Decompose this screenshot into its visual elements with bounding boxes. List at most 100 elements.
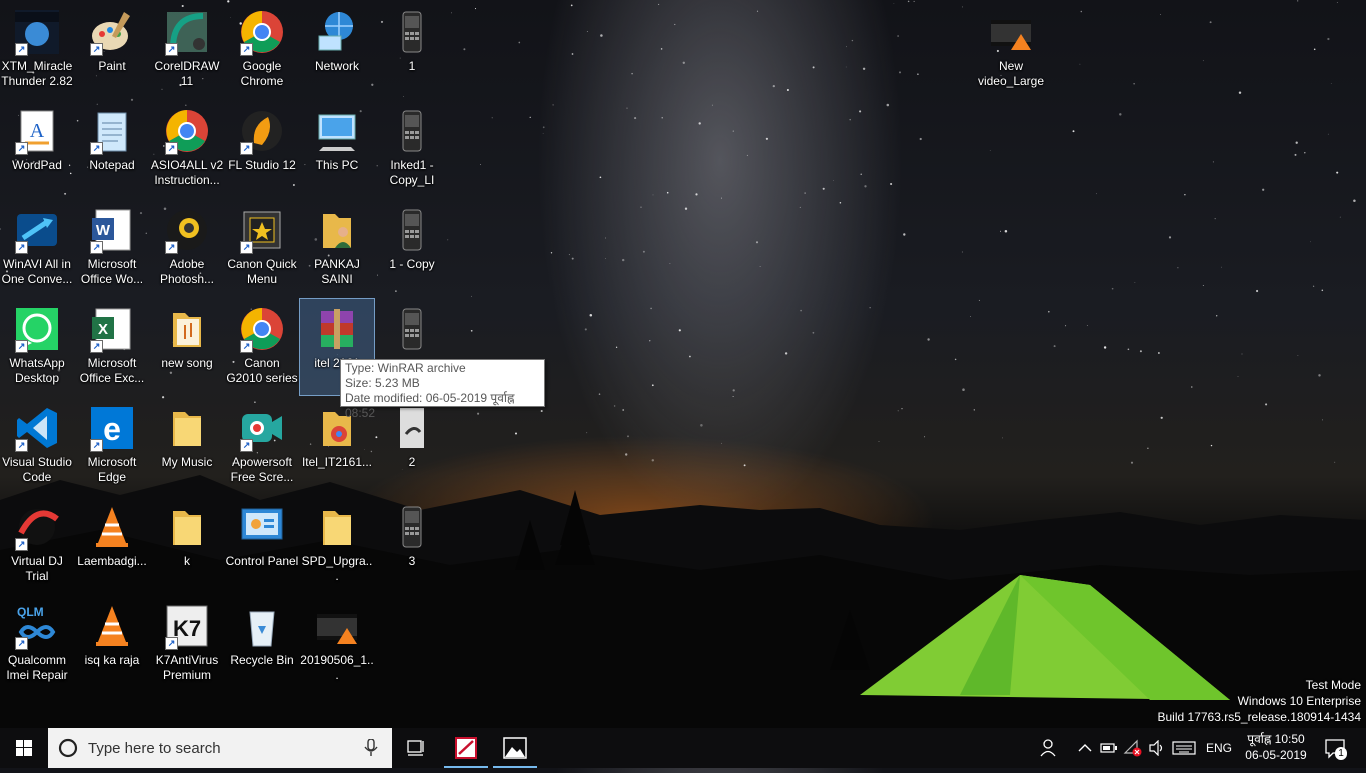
- start-button[interactable]: [0, 728, 48, 768]
- edge-icon: e ↗: [88, 404, 136, 452]
- desktop-icon[interactable]: 20190506_1...: [300, 596, 374, 692]
- desktop-icon[interactable]: ↗ Notepad: [75, 101, 149, 197]
- desktop-icon-label: Microsoft Office Wo...: [80, 257, 144, 286]
- shortcut-arrow-icon: ↗: [240, 43, 253, 56]
- desktop-icon[interactable]: ↗ Visual Studio Code: [0, 398, 74, 494]
- recycle-bin-icon: [238, 602, 286, 650]
- windows-logo-icon: [16, 740, 32, 756]
- tooltip-date: Date modified: 06-05-2019 पूर्वाह्न 08:5…: [345, 391, 515, 420]
- shortcut-arrow-icon: ↗: [90, 241, 103, 254]
- svg-text:W: W: [96, 222, 111, 239]
- clock-date: 06-05-2019: [1245, 748, 1307, 762]
- control-panel-icon: [238, 503, 286, 551]
- excel-icon: X ↗: [88, 305, 136, 353]
- language-indicator[interactable]: ENG: [1206, 741, 1232, 755]
- desktop-icon-label: Recycle Bin: [230, 653, 294, 667]
- desktop-icon[interactable]: Recycle Bin: [225, 596, 299, 692]
- desktop-icon[interactable]: Inked1 - Copy_LI: [375, 101, 449, 197]
- chevron-up-icon[interactable]: [1078, 742, 1092, 754]
- taskbar-search-box[interactable]: Type here to search: [48, 728, 392, 768]
- phone-image-icon: [388, 8, 436, 56]
- desktop-icon[interactable]: ↗ CorelDRAW 11: [150, 2, 224, 98]
- desktop-icon[interactable]: ↗ Adobe Photosh...: [150, 200, 224, 296]
- taskbar: Type here to search ENG पूर्वाह्न 10:50 …: [0, 728, 1366, 768]
- network-icon: [313, 8, 361, 56]
- taskbar-app-photos[interactable]: [491, 728, 539, 768]
- desktop-icon[interactable]: ↗ XTM_Miracle Thunder 2.82: [0, 2, 74, 98]
- shortcut-arrow-icon: ↗: [240, 439, 253, 452]
- desktop-icon[interactable]: ↗ Apowersoft Free Scre...: [225, 398, 299, 494]
- desktop-icon[interactable]: W ↗ Microsoft Office Wo...: [75, 200, 149, 296]
- network-disconnected-icon[interactable]: [1123, 739, 1143, 757]
- desktop-icon-label: Canon Quick Menu: [227, 257, 297, 286]
- desktop-icon-label: Qualcomm Imei Repair ...: [6, 653, 68, 682]
- chrome-icon: ↗: [238, 305, 286, 353]
- people-icon[interactable]: [1040, 738, 1060, 758]
- volume-icon[interactable]: [1148, 740, 1166, 756]
- desktop-icon[interactable]: QLM ↗ Qualcomm Imei Repair ...: [0, 596, 74, 692]
- shortcut-arrow-icon: ↗: [15, 538, 28, 551]
- desktop-icon[interactable]: This PC: [300, 101, 374, 197]
- winavi-icon: ↗: [13, 206, 61, 254]
- desktop-icon[interactable]: Network: [300, 2, 374, 98]
- desktop-icon[interactable]: 1 - Copy: [375, 200, 449, 296]
- desktop-icon[interactable]: k: [150, 497, 224, 593]
- desktop-icon[interactable]: 1: [375, 2, 449, 98]
- desktop-icon[interactable]: e ↗ Microsoft Edge: [75, 398, 149, 494]
- svg-text:A: A: [30, 120, 45, 142]
- desktop-icon[interactable]: My Music: [150, 398, 224, 494]
- shortcut-arrow-icon: ↗: [90, 439, 103, 452]
- desktop-icon[interactable]: SPD_Upgra...: [300, 497, 374, 593]
- shortcut-arrow-icon: ↗: [15, 637, 28, 650]
- file-tooltip: Type: WinRAR archive Size: 5.23 MB Date …: [340, 359, 545, 420]
- desktop-icon[interactable]: new song: [150, 299, 224, 395]
- desktop-icon[interactable]: ↗ Canon Quick Menu: [225, 200, 299, 296]
- desktop-icon[interactable]: ↗ Google Chrome: [225, 2, 299, 98]
- desktop-icon[interactable]: A ↗ WordPad: [0, 101, 74, 197]
- photoshop-icon: ↗: [163, 206, 211, 254]
- desktop-icon[interactable]: ↗ Canon G2010 series Onlin...: [225, 299, 299, 395]
- desktop-icon[interactable]: Laembadgi...: [75, 497, 149, 593]
- desktop-icon[interactable]: 3: [375, 497, 449, 593]
- desktop-icon[interactable]: PANKAJ SAINI: [300, 200, 374, 296]
- tooltip-type: Type: WinRAR archive: [345, 361, 466, 375]
- desktop-icon[interactable]: K7 ↗ K7AntiVirus Premium: [150, 596, 224, 692]
- desktop-icon[interactable]: ↗ Virtual DJ Trial: [0, 497, 74, 593]
- battery-icon[interactable]: [1100, 742, 1118, 754]
- search-placeholder: Type here to search: [88, 740, 221, 757]
- canon-menu-icon: ↗: [238, 206, 286, 254]
- watermark-line-3: Build 17763.rs5_release.180914-1434: [1157, 710, 1362, 724]
- desktop-icon[interactable]: ↗ WinAVI All in One Conve...: [0, 200, 74, 296]
- desktop-icon-label: Notepad: [89, 158, 135, 172]
- tooltip-size: Size: 5.23 MB: [345, 376, 420, 390]
- desktop-icon[interactable]: ↗ ASIO4ALL v2 Instruction...: [150, 101, 224, 197]
- desktop-icon-label: K7AntiVirus Premium: [155, 653, 219, 682]
- shortcut-arrow-icon: ↗: [165, 43, 178, 56]
- task-view-button[interactable]: [392, 728, 440, 768]
- taskbar-app-coreldraw[interactable]: [442, 728, 490, 768]
- desktop-icon[interactable]: ↗ Paint: [75, 2, 149, 98]
- this-pc-icon: [313, 107, 361, 155]
- shortcut-arrow-icon: ↗: [165, 142, 178, 155]
- desktop-icon-label: Inked1 - Copy_LI: [389, 158, 435, 187]
- phone-image-icon: [388, 206, 436, 254]
- clock[interactable]: पूर्वाह्न 10:50 06-05-2019: [1240, 731, 1312, 763]
- desktop-icon[interactable]: ↗ FL Studio 12: [225, 101, 299, 197]
- shortcut-arrow-icon: ↗: [165, 637, 178, 650]
- desktop-icon-label: My Music: [161, 455, 213, 469]
- desktop-icon[interactable]: isq ka raja: [75, 596, 149, 692]
- touch-keyboard-icon[interactable]: [1172, 741, 1196, 755]
- svg-text:e: e: [103, 411, 121, 447]
- desktop-icon[interactable]: X ↗ Microsoft Office Exc...: [75, 299, 149, 395]
- desktop-icon[interactable]: New video_Large: [974, 2, 1048, 98]
- desktop-icon-label: 3: [408, 554, 416, 568]
- microphone-icon[interactable]: [364, 739, 378, 757]
- notification-count: 1: [1335, 747, 1347, 760]
- desktop-icon-label: Laembadgi...: [77, 554, 147, 568]
- action-center-button[interactable]: 1: [1318, 728, 1358, 768]
- desktop-icon[interactable]: ↗ WhatsApp Desktop: [0, 299, 74, 395]
- shortcut-arrow-icon: ↗: [90, 43, 103, 56]
- shortcut-arrow-icon: ↗: [90, 142, 103, 155]
- desktop-icon[interactable]: Control Panel: [225, 497, 299, 593]
- k7-icon: K7 ↗: [163, 602, 211, 650]
